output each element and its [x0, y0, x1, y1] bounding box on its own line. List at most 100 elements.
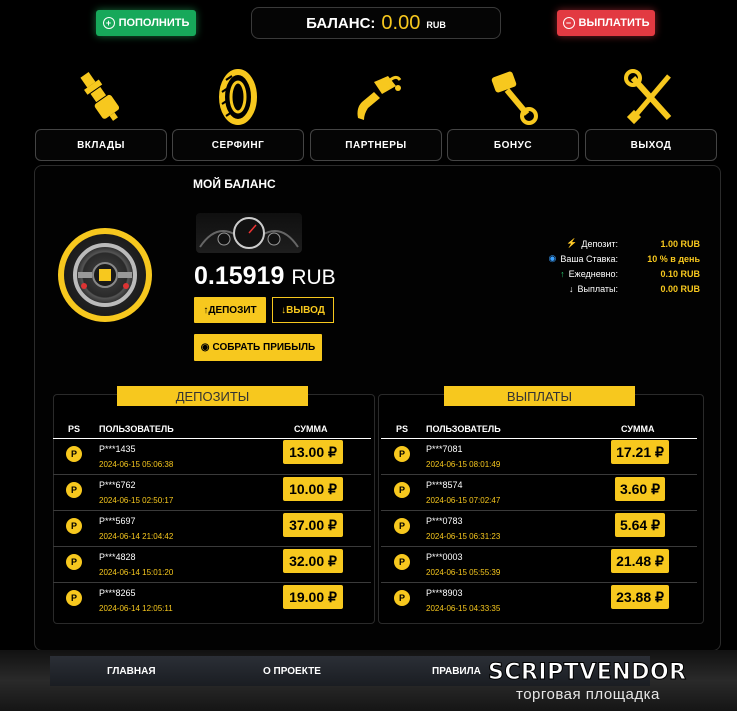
my-balance-title: МОЙ БАЛАНС	[193, 177, 276, 191]
stat-value-rate: 10 % в день	[647, 253, 700, 264]
stat-row-deposit: ⚡ Депозит: 1.00 RUB	[520, 236, 710, 251]
stat-value-payouts: 0.00 RUB	[660, 283, 700, 294]
coin-icon: P	[394, 554, 410, 570]
refill-button[interactable]: + ПОПОЛНИТЬ	[96, 10, 196, 36]
table-row: P P***7081 2024-06-15 08:01:49 17.21 ₽	[381, 438, 697, 475]
stat-label-daily: Ежедневно:	[568, 268, 618, 279]
table-row: P P***1435 2024-06-15 05:06:38 13.00 ₽	[53, 438, 371, 475]
collect-profit-button[interactable]: ◉ СОБРАТЬ ПРИБЫЛЬ	[194, 334, 322, 361]
piston-icon[interactable]	[483, 68, 543, 126]
footer-link-rules[interactable]: ПРАВИЛА	[432, 666, 481, 677]
row-date: 2024-06-14 15:01:20	[99, 568, 174, 577]
row-amount: 32.00 ₽	[283, 549, 343, 573]
row-user: P***8265	[99, 588, 136, 598]
footer-link-home[interactable]: ГЛАВНАЯ	[107, 666, 156, 677]
row-amount: 37.00 ₽	[283, 513, 343, 537]
balance-currency: RUB	[426, 20, 446, 30]
deposit-button[interactable]: ↑ ДЕПОЗИТ	[194, 297, 266, 323]
row-amount: 23.88 ₽	[611, 585, 669, 609]
col-ps: PS	[68, 424, 81, 434]
row-user: P***1435	[99, 444, 136, 454]
nav-surfing-button[interactable]: СЕРФИНГ	[172, 129, 304, 161]
balance-amount-value: 0.15919	[194, 262, 285, 290]
row-date: 2024-06-15 05:55:39	[426, 568, 501, 577]
table-row: P P***4828 2024-06-14 15:01:20 32.00 ₽	[53, 546, 371, 583]
row-user: P***6762	[99, 480, 136, 490]
tire-icon[interactable]	[208, 68, 268, 126]
coin-icon: P	[394, 446, 410, 462]
arrow-up-icon: ↑	[560, 268, 565, 279]
stats-list: ⚡ Депозит: 1.00 RUB ◉ Ваша Ставка: 10 % в …	[520, 236, 710, 296]
withdraw-balance-button[interactable]: ↓ ВЫВОД	[272, 297, 334, 323]
stat-label-rate: Ваша Ставка:	[560, 253, 618, 264]
row-date: 2024-06-14 21:04:42	[99, 532, 174, 541]
coin-icon: P	[66, 518, 82, 534]
watermark-brand: SCRIPTVENDOR	[488, 660, 687, 686]
stat-row-rate: ◉ Ваша Ставка: 10 % в день	[520, 251, 710, 266]
withdraw-label: ВЫПЛАТИТЬ	[578, 17, 650, 29]
nav-bonus-button[interactable]: БОНУС	[447, 129, 579, 161]
lightning-icon: ⚡	[566, 238, 578, 248]
stat-row-daily: ↑ Ежедневно: 0.10 RUB	[520, 266, 710, 281]
row-amount: 10.00 ₽	[283, 477, 343, 501]
coin-icon: P	[66, 446, 82, 462]
deposits-title: ДЕПОЗИТЫ	[117, 386, 308, 406]
row-user: P***0783	[426, 516, 463, 526]
table-row: P P***8265 2024-06-14 12:05:11 19.00 ₽	[53, 582, 371, 618]
col-sum: СУММА	[294, 424, 328, 434]
stat-row-payouts: ↓ Выплаты: 0.00 RUB	[520, 281, 710, 296]
nav-exit-button[interactable]: ВЫХОД	[585, 129, 717, 161]
coins-icon: ◉	[200, 342, 210, 353]
col-user: ПОЛЬЗОВАТЕЛЬ	[99, 424, 174, 434]
row-user: P***5697	[99, 516, 136, 526]
nav-deposits-button[interactable]: ВКЛАДЫ	[35, 129, 167, 161]
col-user: ПОЛЬЗОВАТЕЛЬ	[426, 424, 501, 434]
row-date: 2024-06-15 06:31:23	[426, 532, 501, 541]
row-date: 2024-06-15 04:33:35	[426, 604, 501, 613]
watermark-tagline: торговая площадка	[516, 686, 660, 703]
row-amount: 21.48 ₽	[611, 549, 669, 573]
row-date: 2024-06-15 08:01:49	[426, 460, 501, 469]
coin-icon: P	[394, 482, 410, 498]
row-date: 2024-06-15 07:02:47	[426, 496, 501, 505]
footer-link-about[interactable]: О ПРОЕКТЕ	[263, 666, 321, 677]
table-row: P P***0003 2024-06-15 05:55:39 21.48 ₽	[381, 546, 697, 583]
row-amount: 17.21 ₽	[611, 440, 669, 464]
coin-icon: P	[394, 590, 410, 606]
row-date: 2024-06-14 12:05:11	[99, 604, 173, 613]
refill-label: ПОПОЛНИТЬ	[118, 17, 190, 29]
balance-amount: 0.15919 RUB	[194, 262, 336, 291]
coin-icon: P	[394, 518, 410, 534]
table-row: P P***6762 2024-06-15 02:50:17 10.00 ₽	[53, 474, 371, 511]
plus-circle-icon: +	[102, 17, 115, 29]
spark-plug-icon[interactable]	[70, 68, 130, 126]
nav-icons	[0, 68, 737, 128]
payouts-title: ВЫПЛАТЫ	[444, 386, 635, 406]
withdraw-balance-label: ВЫВОД	[286, 304, 325, 316]
row-amount: 3.60 ₽	[615, 477, 665, 501]
table-row: P P***0783 2024-06-15 06:31:23 5.64 ₽	[381, 510, 697, 547]
coin-icon: P	[66, 590, 82, 606]
header-balance: БАЛАНС: 0.00 RUB	[251, 7, 501, 39]
table-row: P P***8903 2024-06-15 04:33:35 23.88 ₽	[381, 582, 697, 618]
table-row: P P***8574 2024-06-15 07:02:47 3.60 ₽	[381, 474, 697, 511]
row-user: P***7081	[426, 444, 463, 454]
dashboard-image	[196, 213, 302, 253]
arrow-down-icon: ↓	[569, 283, 574, 294]
deposits-header: PS ПОЛЬЗОВАТЕЛЬ СУММА	[53, 420, 371, 439]
table-row: P P***5697 2024-06-14 21:04:42 37.00 ₽	[53, 510, 371, 547]
withdraw-button[interactable]: − ВЫПЛАТИТЬ	[557, 10, 655, 36]
row-user: P***8574	[426, 480, 463, 490]
stat-value-deposit: 1.00 RUB	[660, 238, 700, 249]
wrench-screwdriver-icon[interactable]	[621, 68, 681, 126]
col-sum: СУММА	[621, 424, 655, 434]
collect-profit-label: СОБРАТЬ ПРИБЫЛЬ	[212, 342, 316, 353]
fuel-nozzle-icon[interactable]	[346, 68, 406, 126]
stat-label-payouts: Выплаты:	[577, 283, 619, 294]
deposit-button-label: ДЕПОЗИТ	[208, 304, 257, 316]
coin-icon: P	[66, 482, 82, 498]
row-amount: 5.64 ₽	[615, 513, 665, 537]
nav-partners-button[interactable]: ПАРТНЕРЫ	[310, 129, 442, 161]
payouts-header: PS ПОЛЬЗОВАТЕЛЬ СУММА	[381, 420, 697, 439]
col-ps: PS	[396, 424, 409, 434]
